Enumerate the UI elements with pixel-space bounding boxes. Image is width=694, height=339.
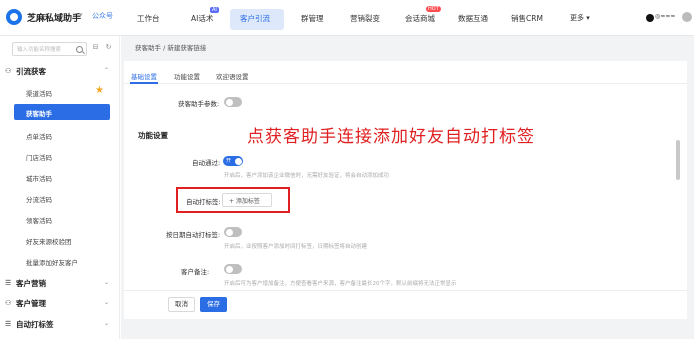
chevron-down-icon[interactable]: ⌄ (104, 279, 109, 286)
user-menu[interactable]: ◎≈≈≈ (646, 13, 686, 23)
chevron-up-icon[interactable]: ⌃ (104, 67, 109, 74)
chevron-down-icon[interactable]: ⌄ (104, 299, 109, 306)
add-tag-label: + 添加标签 (229, 198, 260, 205)
by-date-tag-hint: 开启后，业按照客户添加时间打标签，日期标签将自动创建 (224, 244, 368, 250)
search-placeholder: 输入功能名称搜索 (17, 47, 62, 53)
nav-sales-crm[interactable]: 销售CRM (511, 13, 543, 24)
add-tag-button[interactable]: + 添加标签 (222, 193, 272, 207)
sidebar-item-city-code[interactable]: 城市活码 (26, 173, 52, 183)
toggle-state: 开 (226, 158, 232, 164)
sidebar-item-lead-code[interactable]: 领客活码 (26, 215, 52, 225)
nav-data-sync[interactable]: 数据互通 (458, 13, 488, 24)
acq-param-label: 获客助手参数: (178, 100, 220, 108)
tab-function[interactable]: 功能设置 (174, 71, 200, 81)
sidebar-item-order-code[interactable]: 点单活码 (26, 131, 52, 141)
sidebar-group-customer[interactable]: 客户管理 (16, 298, 46, 309)
annotation-text: 点获客助手连接添加好友自动打标签 (247, 127, 535, 147)
sidebar-group-acquire[interactable]: 引流获客 (16, 66, 46, 77)
tag-group-icon: ☰ (5, 320, 12, 328)
auto-pass-label: 自动通过: (192, 159, 221, 167)
auto-pass-hint: 开启后，客户添加该企业微信时，无需好友验证，将会自动添加成功 (224, 173, 390, 179)
marketing-group-icon: ☰ (5, 279, 12, 287)
star-icon[interactable]: ★ (95, 85, 104, 96)
chevron-down-icon[interactable]: ⌄ (104, 320, 109, 327)
sidebar (0, 36, 120, 339)
refresh-icon[interactable]: ↻ (104, 43, 113, 52)
app-frame: 芝麻私域助手 ▾ 公众号 工作台 AI话术 AI 客户引流 群管理 营销裂变 会… (0, 0, 694, 339)
ai-badge: AI (210, 7, 219, 13)
auto-tag-label: 自动打标签: (186, 198, 221, 206)
sidebar-item-acq-assistant[interactable]: 获客助手 (26, 108, 52, 118)
scrollbar[interactable] (676, 140, 680, 180)
tab-basic[interactable]: 基础设置 (131, 71, 157, 81)
footer-divider (124, 290, 687, 291)
tab-welcome[interactable]: 欢迎语设置 (216, 71, 249, 81)
sidebar-group-marketing[interactable]: 客户营销 (16, 278, 46, 289)
breadcrumb: 获客助手 / 新建获客链接 (135, 44, 207, 52)
sidebar-group-autotag[interactable]: 自动打标签 (16, 319, 54, 330)
traffic-group-icon: ⚇ (5, 67, 12, 75)
auto-pass-toggle[interactable]: 开 (223, 156, 243, 166)
app-name[interactable]: 芝麻私域助手 (27, 11, 81, 24)
app-logo-icon (6, 9, 22, 25)
save-button[interactable]: 保存 (200, 297, 227, 312)
sidebar-item-batch-add[interactable]: 批量添加好友客户 (26, 257, 78, 267)
remark-label: 客户备注: (181, 268, 210, 276)
nav-group-mgmt[interactable]: 群管理 (301, 13, 324, 24)
acq-param-toggle[interactable] (224, 97, 242, 107)
sidebar-item-store-code[interactable]: 门店活码 (26, 152, 52, 162)
customer-group-icon: ⚇ (5, 299, 12, 307)
tabs-divider (124, 83, 687, 84)
sidebar-item-channel-code[interactable]: 渠道活码 (26, 88, 52, 98)
by-date-tag-toggle[interactable] (224, 227, 242, 237)
by-date-tag-label: 按日期自动打标签: (166, 231, 221, 239)
avatar[interactable] (682, 12, 692, 22)
search-icon[interactable] (76, 46, 83, 53)
nav-ai-script[interactable]: AI话术 (191, 13, 213, 24)
nav-more[interactable]: 更多 ▾ (570, 13, 590, 23)
hot-badge: HOT (426, 6, 441, 12)
tab-active-indicator (130, 82, 158, 84)
nav-workbench[interactable]: 工作台 (137, 13, 160, 24)
channel-label[interactable]: 公众号 (92, 11, 113, 21)
user-label: ◎≈≈≈ (655, 13, 676, 20)
cancel-button[interactable]: 取消 (168, 297, 195, 312)
section-title: 功能设置 (138, 131, 168, 140)
nav-customer-traffic[interactable]: 客户引流 (240, 13, 270, 24)
remark-hint: 开启后可为客户增加备注，方便查看客户来源，客户备注最长20个字，默认前缀将无法正… (224, 281, 457, 287)
chevron-down-icon[interactable]: ▾ (79, 11, 83, 19)
sidebar-item-split-code[interactable]: 分流活码 (26, 194, 52, 204)
nav-chat-mall[interactable]: 会话商城 (405, 13, 435, 24)
nav-marketing-fission[interactable]: 营销裂变 (350, 13, 380, 24)
nav-more-label: 更多 (570, 14, 584, 22)
remark-toggle[interactable] (224, 264, 242, 274)
sidebar-search-input[interactable]: 输入功能名称搜索 (12, 42, 87, 56)
collapse-icon[interactable]: ⊟ (91, 43, 100, 52)
user-status-icon (646, 14, 654, 22)
sidebar-item-friend-source[interactable]: 好友来源校验团 (26, 236, 72, 246)
